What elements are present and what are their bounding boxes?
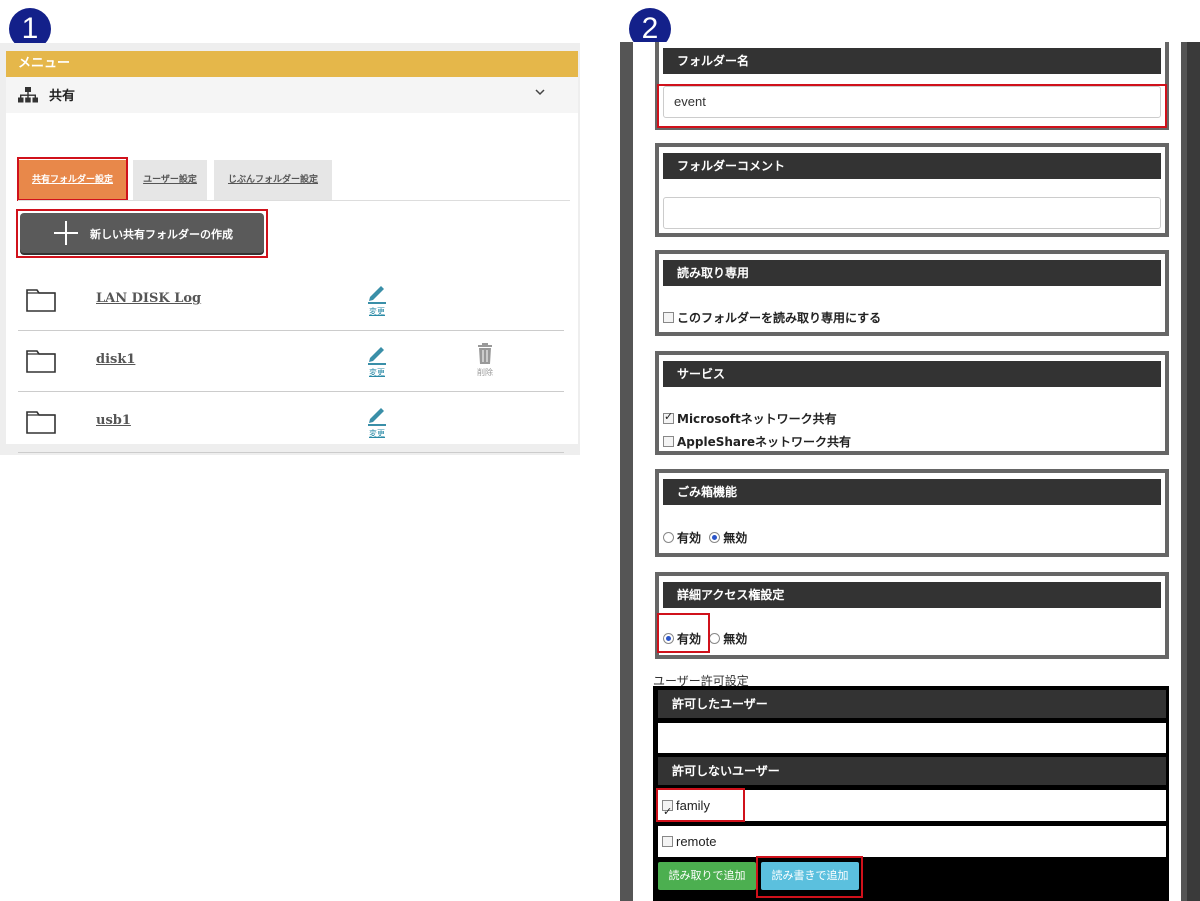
denied-users-heading: 許可しないユーザー [658,757,1166,785]
folder-row: LAN DISK Log 変更 [18,270,564,331]
folder-settings-content: フォルダー名 event フォルダーコメント 読み取り専用 このフォルダーを読み… [620,42,1200,901]
highlight-frame-folder-name [657,84,1167,128]
menu-bar: メニュー [6,51,578,77]
allowed-users-heading: 許可したユーザー [658,690,1166,718]
folder-row: disk1 変更 削除 [18,331,564,392]
folder-icon [26,289,56,312]
trash-disable-radio[interactable] [709,532,721,543]
access-disable-label: 無効 [723,632,748,646]
appleshare-label: AppleShareネットワーク共有 [677,435,852,449]
read-only-option[interactable]: このフォルダーを読み取り専用にする [663,309,881,326]
folder-name-link[interactable]: disk1 [96,352,135,367]
pencil-icon [368,286,386,304]
microsoft-share-checkbox[interactable] [663,410,674,424]
folder-name-link[interactable]: usb1 [96,413,131,428]
read-only-label: このフォルダーを読み取り専用にする [677,311,882,325]
appleshare-checkbox[interactable] [663,436,674,447]
edit-label: 変更 [369,368,385,377]
folder-comment-input[interactable] [663,197,1161,229]
trash-options: 有効 無効 [663,529,747,546]
edit-button[interactable]: 変更 [362,282,392,317]
pencil-icon [368,347,386,365]
trash-section: ごみ箱機能 有効 無効 [655,469,1169,557]
edit-label: 変更 [369,429,385,438]
highlight-frame-read-write [756,856,863,898]
trash-icon [478,343,492,364]
microsoft-share-label: Microsoftネットワーク共有 [677,412,837,426]
folder-row: usb1 変更 [18,392,564,453]
tab-my-folder-settings[interactable]: じぶんフォルダー設定 [214,160,332,200]
pencil-icon [368,408,386,426]
services-heading: サービス [663,361,1161,387]
service-microsoft-option[interactable]: Microsoftネットワーク共有 [663,410,837,427]
highlight-frame-create [16,209,268,258]
folder-name-heading: フォルダー名 [663,48,1161,74]
services-section: サービス Microsoftネットワーク共有 AppleShareネットワーク共… [655,351,1169,455]
tab-user-settings[interactable]: ユーザー設定 [133,160,207,200]
read-only-checkbox[interactable] [663,312,674,323]
share-menu-panel: メニュー 共有 共有フォルダー設定 ユーザー設定 じぶんフォルダー設定 新しい共… [0,43,580,455]
denied-user-item[interactable]: remote [658,826,1166,857]
trash-enable-label: 有効 [677,531,702,545]
highlight-frame-access-enable [657,613,710,653]
tabs-divider [18,200,570,201]
folder-name-link[interactable]: LAN DISK Log [96,291,201,306]
read-only-heading: 読み取り専用 [663,260,1161,286]
folder-icon [26,411,56,434]
trash-enable-radio[interactable] [663,532,674,543]
allowed-users-list[interactable] [658,723,1166,753]
access-disable-radio[interactable] [709,633,721,644]
user-checkbox[interactable] [662,836,673,847]
folder-icon [26,350,56,373]
access-section: 詳細アクセス権設定 有効 無効 [655,572,1169,659]
share-section-header[interactable]: 共有 [6,77,578,113]
folder-comment-heading: フォルダーコメント [663,153,1161,179]
edit-button[interactable]: 変更 [362,404,392,439]
read-only-section: 読み取り専用 このフォルダーを読み取り専用にする [655,250,1169,336]
folder-comment-section: フォルダーコメント [655,143,1169,237]
edit-button[interactable]: 変更 [362,343,392,378]
access-heading: 詳細アクセス権設定 [663,582,1161,608]
delete-button[interactable]: 削除 [470,343,500,378]
share-title: 共有 [49,89,76,104]
highlight-frame-family [656,788,745,822]
chevron-down-icon[interactable] [530,82,550,102]
service-appleshare-option[interactable]: AppleShareネットワーク共有 [663,433,851,450]
highlight-frame-tab [17,157,128,201]
add-read-button[interactable]: 読み取りで追加 [658,862,756,890]
trash-heading: ごみ箱機能 [663,479,1161,505]
user-name: remote [676,834,717,849]
trash-disable-label: 無効 [723,531,748,545]
network-share-icon [18,87,38,103]
edit-label: 変更 [369,307,385,316]
delete-label: 削除 [477,368,493,377]
share-card: 共有 共有フォルダー設定 ユーザー設定 じぶんフォルダー設定 新しい共有フォルダ… [6,77,578,453]
